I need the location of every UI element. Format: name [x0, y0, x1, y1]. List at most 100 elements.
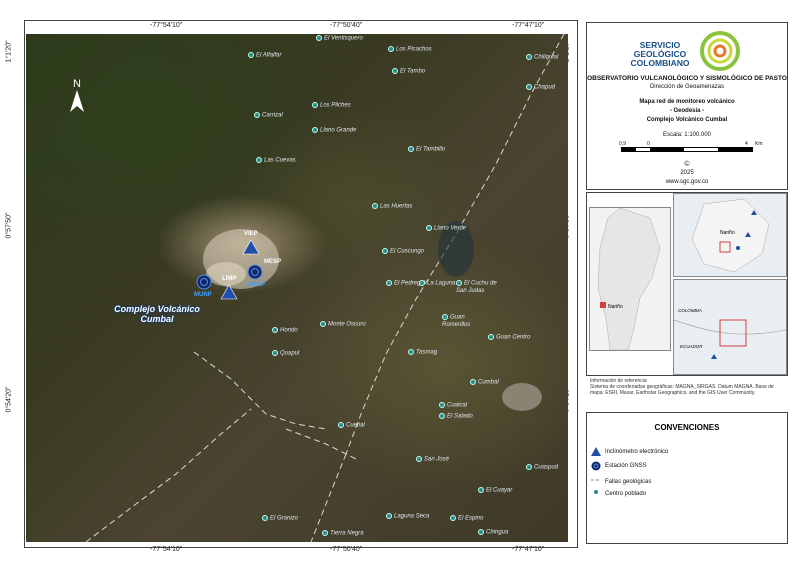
place-tasmag: Tasmag: [408, 349, 437, 356]
website: www.sgc.gov.co: [665, 179, 709, 185]
place-monte-oscuro: Monte Oscuro: [320, 321, 366, 328]
legend-inclinometer: Inclinómetro electrónico: [591, 447, 669, 456]
observatory-name: OBSERVATORIO VULCANOLÓGICO Y SISMOLÓGICO…: [587, 75, 787, 82]
coord-left-1: 1°1'20": [5, 40, 13, 63]
inset-location: COLOMBIA ECUADOR: [673, 279, 787, 375]
place-cualcal: Cualcal: [439, 402, 467, 409]
place-cuetial: Cuetial: [338, 422, 365, 429]
coord-top-3: -77°47'10": [512, 22, 545, 29]
legend-panel: CONVENCIONES Inclinómetro electrónico Es…: [586, 412, 788, 544]
south-america-map: [597, 208, 661, 350]
place-las-huertas: Las Huertas: [372, 203, 412, 210]
legend-faults: Fallas geológicas: [591, 479, 652, 485]
scale-text: Escala: 1:100.000: [662, 132, 712, 138]
logo-line3: COLOMBIANO: [630, 58, 690, 68]
place-laguna-seca: Laguna Seca: [386, 513, 429, 520]
town-dot-icon: [594, 490, 598, 494]
place-el-salado: El Salado: [439, 413, 473, 420]
north-label: N: [73, 78, 81, 90]
inclinometer-viep-icon[interactable]: [242, 239, 260, 255]
place-el-tambo: El Tambo: [392, 68, 425, 75]
place-el-alfalfar: El Alfalfar: [248, 52, 281, 59]
satellite-map[interactable]: N El Ventisquero Los Picachos El Alfalfa…: [26, 34, 568, 542]
station-label-limp: LIMP: [222, 276, 237, 282]
scale-tick-4: Km: [755, 141, 763, 147]
place-cumbal: Cumbal: [470, 379, 499, 386]
place-los-picachos: Los Picachos: [388, 46, 432, 53]
place-los-pilches: Los Pilches: [312, 102, 351, 109]
legend-gnss-label: Estación GNSS: [605, 463, 647, 469]
map-volcano: Complejo Volcánico Cumbal: [646, 117, 728, 123]
legend-town: Centro poblado: [594, 490, 647, 497]
inset-narino-label: Nariño: [608, 304, 623, 310]
legend-title: CONVENCIONES: [654, 423, 720, 432]
inclinometer-icon: [591, 447, 601, 456]
place-quapul: Quapul: [272, 350, 299, 357]
inset-narino-label2: Nariño: [720, 230, 735, 236]
place-el-cuscungo: El Cuscungo: [382, 248, 424, 255]
direction-name: Dirección de Geoamenazas: [649, 84, 725, 90]
coord-top-1: -77°54'10": [150, 22, 183, 29]
map-subtitle: - Geodesia -: [669, 108, 705, 114]
place-chingua: Chingua: [478, 529, 508, 536]
coord-bottom-3: -77°47'10": [512, 546, 545, 553]
north-arrow: N: [70, 78, 84, 115]
north-arrow-icon: [70, 90, 84, 112]
map-title: Mapa red de monitoreo volcánico: [639, 99, 735, 105]
station-label-munp: MUNP: [194, 292, 212, 298]
place-el-granizo: El Granizo: [262, 515, 298, 522]
inset-south-america: Nariño: [589, 207, 671, 351]
inset-colombia-label: COLOMBIA: [678, 308, 702, 313]
place-el-espino: El Espino: [450, 515, 483, 522]
station-label-mesp: MESP: [264, 259, 282, 265]
legend-gnss: Estación GNSS: [591, 461, 647, 471]
place-hondo: Hondo: [272, 327, 298, 334]
coord-left-3: 0°54'20": [5, 386, 13, 413]
copyright: ©: [684, 161, 690, 168]
legend-town-label: Centro poblado: [605, 491, 647, 497]
place-el-cuchu: El Cuchu de San Judas: [456, 280, 497, 294]
station-label-mesp-secondary: MESP: [248, 282, 266, 288]
coord-left-2: 0°57'50": [5, 212, 13, 239]
inset-panel: Nariño Nariño COLOMBIA ECUADOR: [586, 192, 788, 376]
legend-faults-label: Fallas geológicas: [605, 479, 652, 485]
coord-bottom-1: -77°54'10": [150, 546, 183, 553]
coord-bottom-2: -77°50'40": [330, 546, 363, 553]
reference-body: Sistema de coordenadas geográficas: MAGN…: [590, 384, 774, 396]
legend-inclinometer-label: Inclinómetro electrónico: [605, 449, 669, 455]
place-san-jose: San José: [416, 456, 449, 463]
place-tierra-negra: Tierra Negra: [322, 530, 364, 537]
reference-text: Información de referencia Sistema de coo…: [590, 378, 782, 396]
place-el-tambillo: El Tambillo: [408, 146, 445, 153]
place-guan-centro: Guan Centro: [488, 334, 530, 341]
place-el-ventisquero: El Ventisquero: [316, 35, 363, 42]
gnss-icon: [591, 461, 601, 471]
place-el-cuayar: El Cuayar: [478, 487, 512, 494]
reference-panel: Información de referencia Sistema de coo…: [586, 376, 786, 406]
place-las-cuevas: Las Cuevas: [256, 157, 296, 164]
place-cuaspud: Cuaspud: [526, 464, 558, 471]
title-panel: SERVICIO GEOLÓGICO COLOMBIANO OBSERVATOR…: [586, 22, 788, 190]
year: 2025: [680, 170, 694, 176]
location-map: [674, 319, 786, 359]
inset-colombia: Nariño: [673, 193, 787, 277]
scale-bar: [621, 147, 753, 152]
gnss-mesp-icon[interactable]: [247, 264, 263, 280]
volcano-label-line2: Cumbal: [140, 314, 174, 324]
place-la-laguna: La Laguna: [419, 280, 455, 287]
fault-line-icon: [591, 479, 601, 481]
coord-top-2: -77°50'40": [330, 22, 363, 29]
sgc-logo-icon: [700, 31, 740, 71]
place-guan-romerillos: Guan Romerillos: [442, 314, 471, 328]
place-carrizal: Carrizal: [254, 112, 283, 119]
volcano-label: Complejo Volcánico Cumbal: [102, 304, 212, 324]
inclinometer-limp-icon[interactable]: [220, 284, 238, 300]
gnss-munp-icon[interactable]: [196, 274, 212, 290]
place-chiliquial: Chiliquial: [526, 54, 558, 61]
inset-ecuador-label: ECUADOR: [680, 344, 703, 349]
place-llano-verde: Llano Verde: [426, 225, 466, 232]
place-llano-grande: Llano Grande: [312, 127, 356, 134]
volcano-label-line1: Complejo Volcánico: [114, 304, 200, 314]
logo-text: SERVICIO GEOLÓGICO COLOMBIANO: [629, 41, 691, 68]
station-label-viep: VIEP: [244, 231, 258, 237]
